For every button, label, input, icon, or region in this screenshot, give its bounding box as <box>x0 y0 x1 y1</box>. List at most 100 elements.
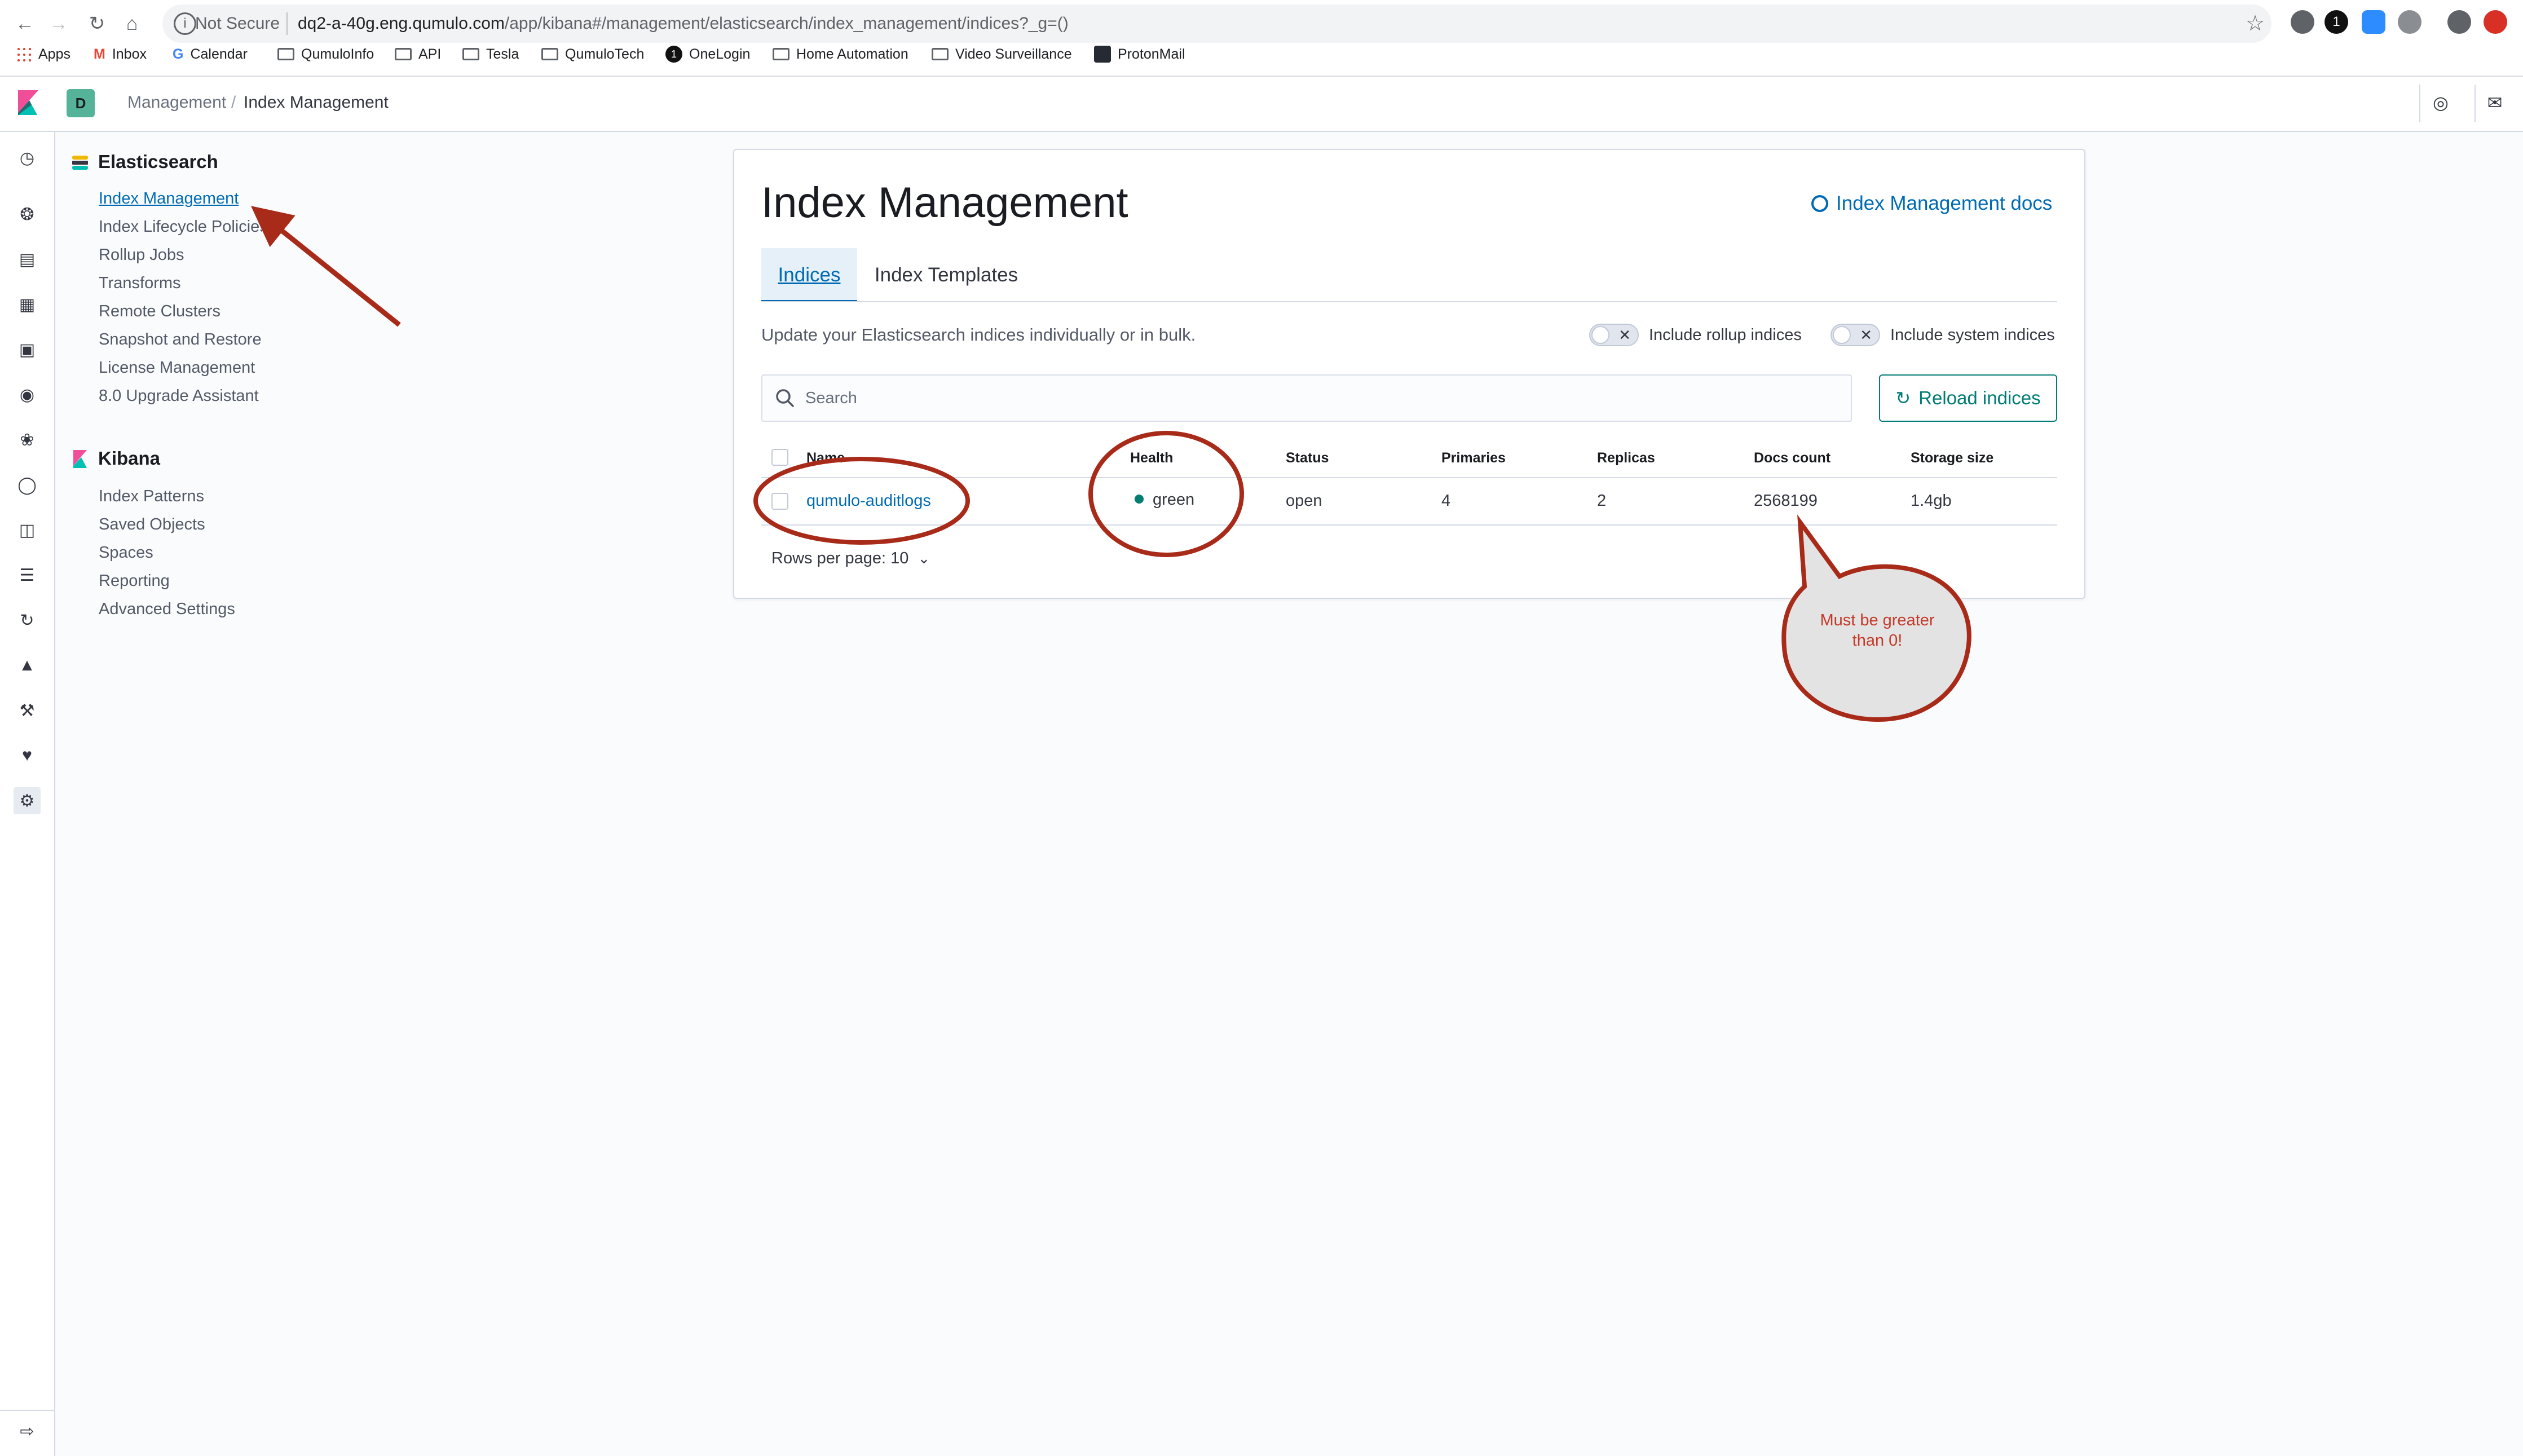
folder-icon <box>773 48 789 60</box>
column-header-primaries[interactable]: Primaries <box>1441 449 1506 467</box>
tab-indices[interactable]: Indices <box>761 248 857 302</box>
sidebar-item-license-management[interactable]: License Management <box>99 356 255 379</box>
kibana-logo-icon[interactable] <box>16 90 41 115</box>
zoom-extension-icon[interactable] <box>2362 10 2385 34</box>
profile-avatar-icon[interactable] <box>2447 10 2471 34</box>
bookmark-apps[interactable]: Apps <box>16 44 70 64</box>
column-header-status[interactable]: Status <box>1286 449 1329 467</box>
bookmark-inbox[interactable]: M Inbox <box>94 44 147 64</box>
primaries-cell: 4 <box>1441 492 1451 510</box>
search-input[interactable] <box>805 379 1820 417</box>
info-icon[interactable]: i <box>174 12 196 35</box>
index-name-link[interactable]: qumulo-auditlogs <box>806 489 931 512</box>
breadcrumb-management[interactable]: Management <box>127 90 226 115</box>
update-icon[interactable] <box>2484 10 2507 34</box>
management-gear-icon[interactable]: ⚙ <box>14 787 41 814</box>
forward-icon[interactable]: → <box>44 9 73 38</box>
rows-per-page-selector[interactable]: Rows per page: 10 ⌄ <box>771 547 930 570</box>
sidebar-item-snapshot-and-restore[interactable]: Snapshot and Restore <box>99 328 262 351</box>
storage-size-cell: 1.4gb <box>1911 492 1952 510</box>
docs-link[interactable]: Index Management docs <box>1811 191 2052 217</box>
bookmark-onelogin[interactable]: 1 OneLogin <box>665 44 750 64</box>
gmail-icon: M <box>94 46 105 62</box>
bookmark-video-surveillance[interactable]: Video Surveillance <box>932 44 1072 64</box>
column-header-docs-count[interactable]: Docs count <box>1754 449 1831 467</box>
column-header-name[interactable]: Name <box>806 449 845 467</box>
logs-icon[interactable]: ◫ <box>14 517 41 544</box>
table-row-divider <box>761 524 2057 526</box>
bookmark-api[interactable]: API <box>395 44 441 64</box>
reload-indices-button[interactable]: ↻ Reload indices <box>1879 374 2057 422</box>
onepassword-extension-icon[interactable]: 1 <box>2324 10 2348 34</box>
sidebar-item-rollup-jobs[interactable]: Rollup Jobs <box>99 244 184 266</box>
space-avatar[interactable]: D <box>67 89 95 117</box>
discover-compass-icon[interactable]: ❂ <box>14 201 41 228</box>
sidebar-item-advanced-settings[interactable]: Advanced Settings <box>99 598 235 620</box>
recently-viewed-clock-icon[interactable]: ◷ <box>14 144 41 171</box>
bookmark-qumulotech[interactable]: QumuloTech <box>541 44 644 64</box>
newsfeed-mail-icon[interactable]: ✉ <box>2482 90 2507 115</box>
url-path: /app/kibana#/management/elasticsearch/in… <box>504 14 1069 33</box>
bookmark-home-automation[interactable]: Home Automation <box>773 44 908 64</box>
ml-icon[interactable]: ❀ <box>14 426 41 453</box>
sidebar-item-reporting[interactable]: Reporting <box>99 570 170 592</box>
folder-icon <box>462 48 479 60</box>
tab-index-templates[interactable]: Index Templates <box>874 248 1018 302</box>
annotation-callout-text: Must be greater than 0! <box>1820 611 1935 650</box>
column-header-replicas[interactable]: Replicas <box>1597 449 1655 467</box>
health-status-dot-icon <box>1135 495 1144 504</box>
bookmark-protonmail[interactable]: ProtonMail <box>1094 44 1185 64</box>
visualize-chart-icon[interactable]: ▤ <box>14 246 41 273</box>
sidebar-item-saved-objects[interactable]: Saved Objects <box>99 513 205 536</box>
sidebar-item-index-management[interactable]: Index Management <box>99 187 239 210</box>
monitoring-icon[interactable]: ♥ <box>14 742 41 769</box>
extension-icon[interactable] <box>2291 10 2314 34</box>
apm-icon[interactable]: ☰ <box>14 562 41 589</box>
home-icon[interactable]: ⌂ <box>117 9 147 38</box>
bookmark-qumuloinfo[interactable]: QumuloInfo <box>277 44 374 64</box>
siem-lock-icon[interactable]: ▲ <box>14 652 41 679</box>
breadcrumb-current: Index Management <box>244 93 389 112</box>
toggle-off-icon: ✕ <box>1618 327 1631 343</box>
header-divider <box>2475 85 2476 122</box>
uptime-icon[interactable]: ↻ <box>14 607 41 634</box>
rail-divider <box>0 1410 54 1411</box>
row-checkbox[interactable] <box>771 493 788 510</box>
sidebar-item-spaces[interactable]: Spaces <box>99 541 153 564</box>
select-all-checkbox[interactable] <box>771 449 788 466</box>
include-system-toggle[interactable]: ✕ <box>1831 324 1880 346</box>
header-divider <box>2419 85 2420 122</box>
infrastructure-icon[interactable]: ◯ <box>14 471 41 498</box>
dev-tools-icon[interactable]: ⚒ <box>14 697 41 724</box>
status-cell: open <box>1286 492 1322 510</box>
sidebar-item-index-patterns[interactable]: Index Patterns <box>99 485 204 508</box>
sidebar-elasticsearch-title: Elasticsearch <box>98 151 218 172</box>
sidebar-item-index-lifecycle-policies[interactable]: Index Lifecycle Policies <box>99 215 262 238</box>
search-icon <box>776 389 794 407</box>
help-icon[interactable]: ◎ <box>2428 90 2453 115</box>
star-icon[interactable]: ☆ <box>2246 8 2265 39</box>
url-text[interactable]: dq2-a-40g.eng.qumulo.com/app/kibana#/man… <box>298 8 1069 39</box>
health-cell: green <box>1135 488 1194 511</box>
maps-icon[interactable]: ◉ <box>14 381 41 408</box>
include-rollup-toggle[interactable]: ✕ <box>1589 324 1639 346</box>
divider <box>286 12 288 35</box>
canvas-icon[interactable]: ▣ <box>14 336 41 363</box>
bookmark-tesla[interactable]: Tesla <box>462 44 519 64</box>
collapse-nav-icon[interactable]: ⇨ <box>14 1418 41 1445</box>
bookmark-calendar[interactable]: G Calendar <box>173 44 248 64</box>
sidebar-item-transforms[interactable]: Transforms <box>99 272 181 294</box>
sidebar-item-remote-clusters[interactable]: Remote Clusters <box>99 300 220 323</box>
sidebar-item-upgrade-assistant[interactable]: 8.0 Upgrade Assistant <box>99 385 259 407</box>
column-header-health[interactable]: Health <box>1130 449 1173 467</box>
google-icon: G <box>173 46 184 62</box>
dashboard-icon[interactable]: ▦ <box>14 291 41 318</box>
chevron-down-icon: ⌄ <box>918 550 930 567</box>
column-header-storage-size[interactable]: Storage size <box>1911 449 1993 467</box>
include-system-label: Include system indices <box>1890 326 2055 344</box>
apps-grid-icon <box>16 46 32 62</box>
url-domain: dq2-a-40g.eng.qumulo.com <box>298 14 505 33</box>
extension-icon[interactable] <box>2398 10 2421 34</box>
reload-page-icon[interactable]: ↻ <box>82 9 112 38</box>
back-icon[interactable]: ← <box>10 9 39 38</box>
